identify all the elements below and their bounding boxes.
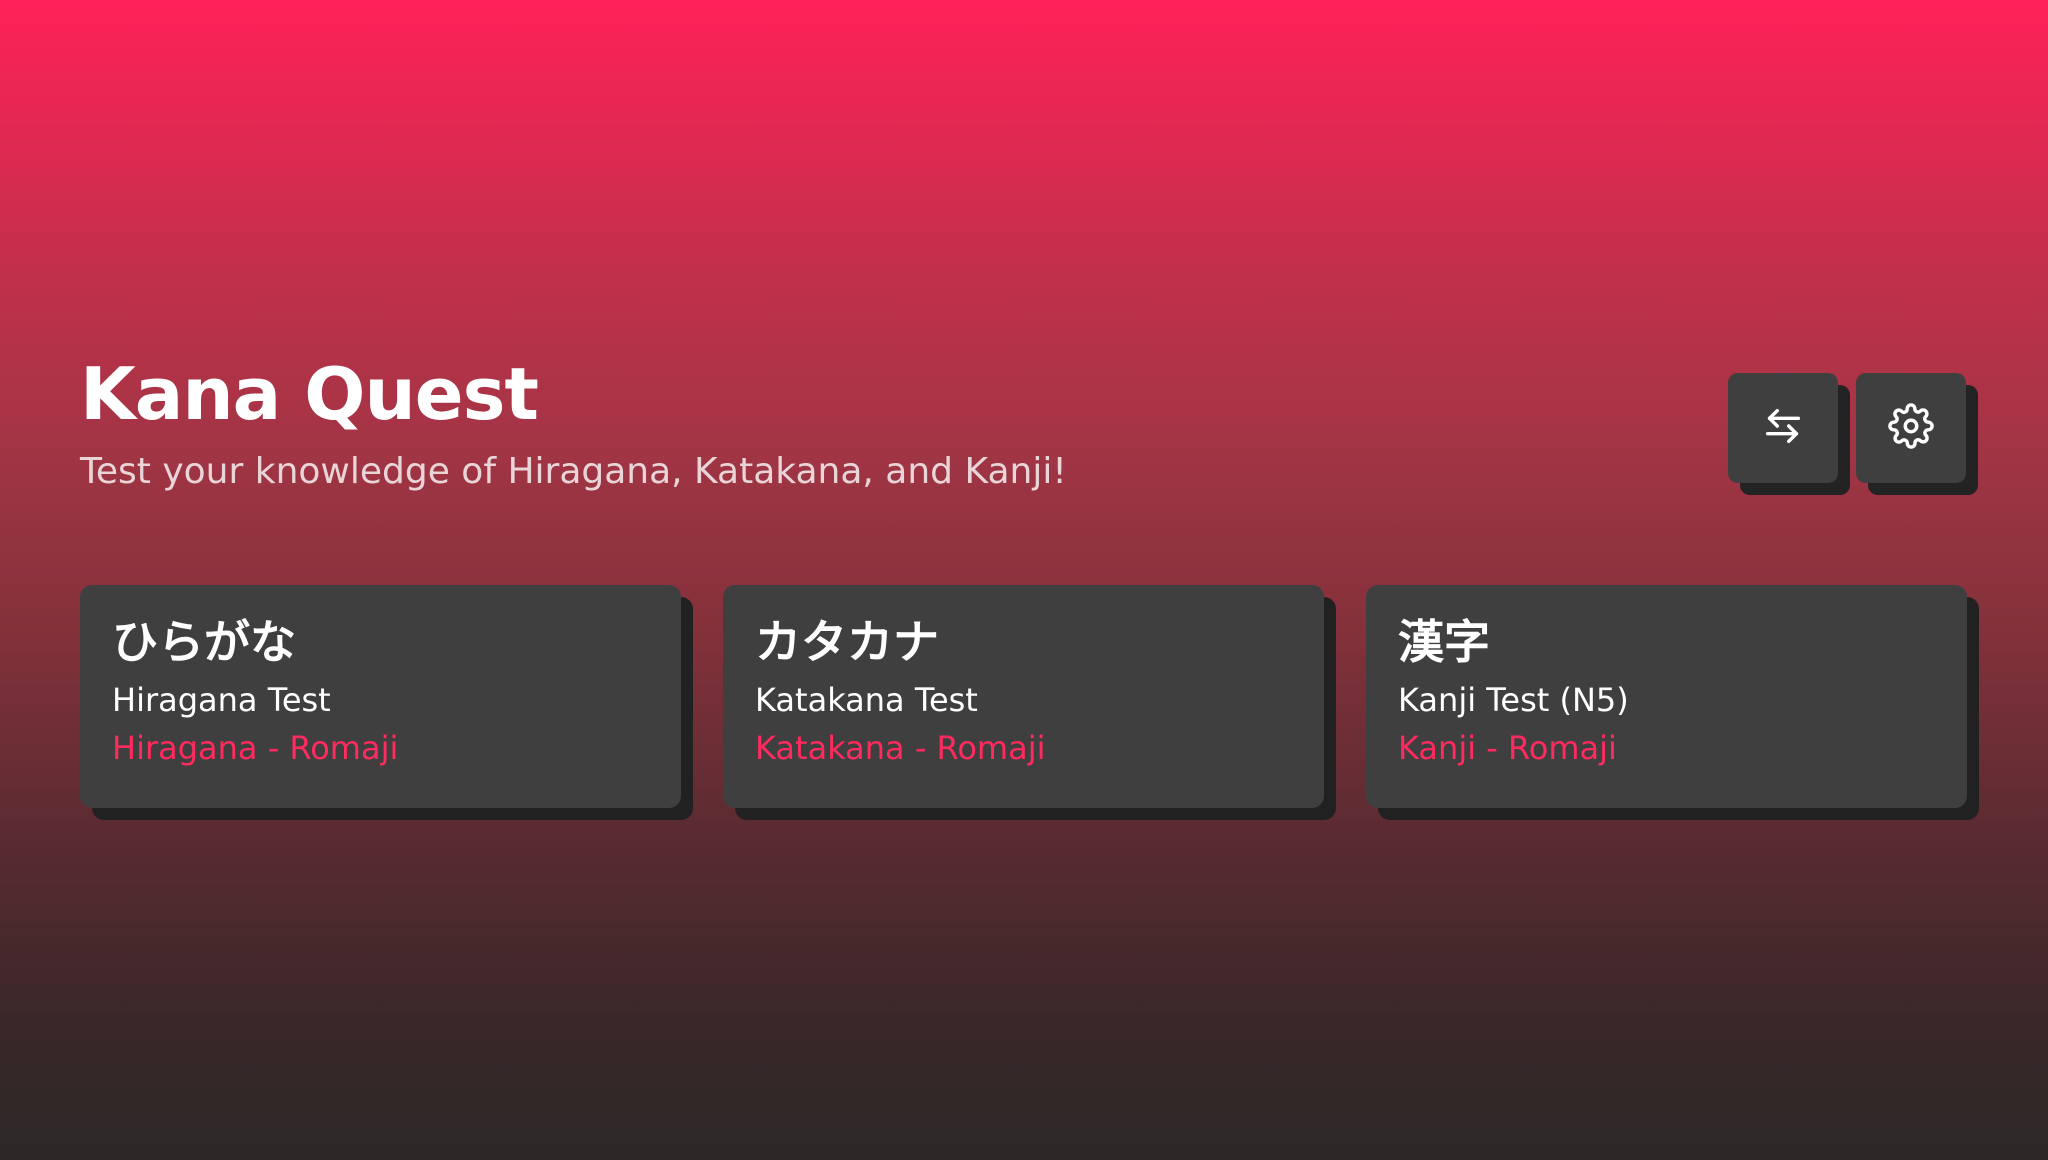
katakana-test-card[interactable]: カタカナ Katakana Test Katakana - Romaji xyxy=(723,585,1324,808)
card-test-name: Kanji Test (N5) xyxy=(1398,681,1629,719)
card-japanese-title: 漢字 xyxy=(1398,615,1490,669)
card-test-mode: Katakana - Romaji xyxy=(755,729,1046,767)
card-test-name: Hiragana Test xyxy=(112,681,331,719)
page-header: Kana Quest Test your knowledge of Hiraga… xyxy=(80,350,1067,496)
card-test-mode: Kanji - Romaji xyxy=(1398,729,1617,767)
gear-icon xyxy=(1888,403,1934,453)
swap-button[interactable] xyxy=(1728,373,1838,483)
card-test-mode: Hiragana - Romaji xyxy=(112,729,399,767)
kanji-test-card[interactable]: 漢字 Kanji Test (N5) Kanji - Romaji xyxy=(1366,585,1967,808)
card-japanese-title: ひらがな xyxy=(112,615,296,669)
hiragana-test-card[interactable]: ひらがな Hiragana Test Hiragana - Romaji xyxy=(80,585,681,808)
settings-button[interactable] xyxy=(1856,373,1966,483)
card-test-name: Katakana Test xyxy=(755,681,978,719)
page-subtitle: Test your knowledge of Hiragana, Katakan… xyxy=(80,451,1067,492)
card-japanese-title: カタカナ xyxy=(755,615,939,669)
page-title: Kana Quest xyxy=(80,352,539,436)
swap-arrows-icon xyxy=(1760,403,1806,453)
